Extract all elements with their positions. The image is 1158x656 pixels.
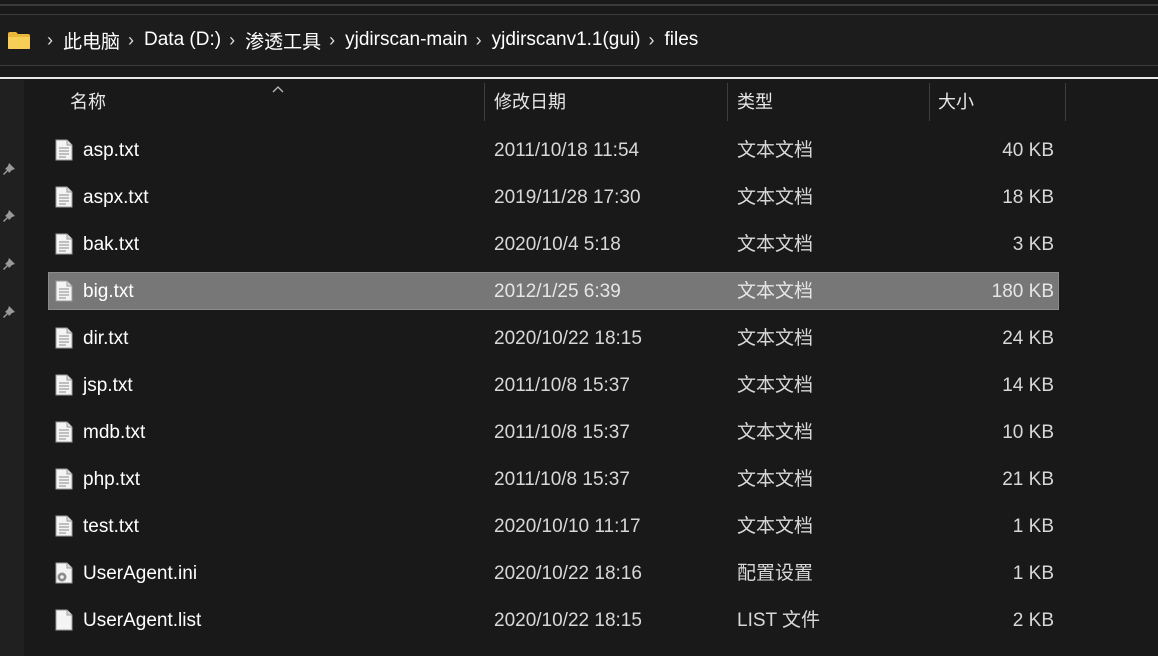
folder-icon [7,31,31,50]
file-row[interactable]: aspx.txt 2019/11/28 17:30 文本文档 18 KB [48,175,1060,222]
file-modified-date: 2012/1/25 6:39 [494,281,621,302]
file-type: LIST 文件 [737,610,821,631]
file-name: UserAgent.list [83,610,202,631]
file-modified-date: 2019/11/28 17:30 [494,187,641,208]
breadcrumb-item-yjdirscan-main[interactable]: yjdirscan-main [345,29,467,51]
file-type: 文本文档 [737,234,814,255]
file-size: 1 KB [1012,563,1054,584]
settings-file-icon [55,562,73,584]
column-header-row: 名称 修改日期 类型 大小 [24,83,1158,121]
file-name: asp.txt [83,140,139,161]
file-name: php.txt [83,469,141,490]
file-type: 文本文档 [737,375,814,396]
file-row[interactable]: bak.txt 2020/10/4 5:18 文本文档 3 KB [48,222,1060,269]
chevron-right-icon[interactable]: › [229,30,235,51]
file-modified-date: 2011/10/8 15:37 [494,422,630,443]
file-size: 40 KB [1002,140,1054,161]
blank-file-icon [55,609,73,631]
chevron-right-icon[interactable]: › [476,30,482,51]
file-size: 1 KB [1012,516,1054,537]
sort-ascending-icon [272,80,284,93]
file-size: 18 KB [1002,187,1054,208]
text-file-icon [55,468,73,490]
breadcrumb-item-yjdirscan-gui[interactable]: yjdirscanv1.1(gui) [492,29,641,51]
column-divider[interactable] [1065,83,1066,121]
file-size: 180 KB [991,281,1054,302]
pin-icon[interactable] [0,207,18,225]
file-row[interactable]: big.txt 2012/1/25 6:39 文本文档 180 KB [48,269,1060,316]
file-row[interactable]: test.txt 2020/10/10 11:17 文本文档 1 KB [48,504,1060,551]
column-divider[interactable] [727,83,728,121]
file-name: jsp.txt [83,375,133,396]
column-header-name[interactable]: 名称 [70,83,106,121]
file-modified-date: 2011/10/8 15:37 [494,469,630,490]
file-name: test.txt [83,516,139,537]
file-size: 14 KB [1002,375,1054,396]
chevron-right-icon[interactable]: › [47,30,53,51]
text-file-icon [55,515,73,537]
file-row[interactable]: UserAgent.ini 2020/10/22 18:16 配置设置 1 KB [48,551,1060,598]
column-divider[interactable] [929,83,930,121]
file-name: big.txt [83,281,134,302]
file-modified-date: 2011/10/18 11:54 [494,140,640,161]
divider [0,77,1158,79]
file-type: 文本文档 [737,516,814,537]
text-file-icon [55,139,73,161]
file-modified-date: 2020/10/22 18:15 [494,610,642,631]
file-size: 10 KB [1002,422,1054,443]
file-type: 文本文档 [737,469,814,490]
navigation-pane[interactable] [0,80,24,656]
file-modified-date: 2011/10/8 15:37 [494,375,630,396]
text-file-icon [55,327,73,349]
file-size: 21 KB [1002,469,1054,490]
chevron-right-icon[interactable]: › [649,30,655,51]
file-type: 文本文档 [737,187,814,208]
text-file-icon [55,421,73,443]
file-list: asp.txt 2011/10/18 11:54 文本文档 40 KB aspx.txt… [48,128,1060,645]
column-header-type[interactable]: 类型 [737,83,773,121]
file-modified-date: 2020/10/22 18:16 [494,563,642,584]
breadcrumb: › 此电脑 › Data (D:) › 渗透工具 › yjdirscan-mai… [0,15,698,65]
pin-icon[interactable] [0,255,18,273]
address-bar[interactable]: › 此电脑 › Data (D:) › 渗透工具 › yjdirscan-mai… [0,14,1158,66]
window-top-edge [0,4,1158,6]
text-file-icon [55,233,73,255]
pin-icon[interactable] [0,160,18,178]
breadcrumb-item-data-drive[interactable]: Data (D:) [144,29,221,51]
file-size: 24 KB [1002,328,1054,349]
text-file-icon [55,186,73,208]
text-file-icon [55,280,73,302]
file-size: 2 KB [1012,610,1054,631]
column-header-date[interactable]: 修改日期 [494,83,566,121]
breadcrumb-item-tools[interactable]: 渗透工具 [245,27,321,54]
file-row[interactable]: mdb.txt 2011/10/8 15:37 文本文档 10 KB [48,410,1060,457]
file-type: 配置设置 [737,563,814,584]
file-name: UserAgent.ini [83,563,198,584]
column-divider[interactable] [484,83,485,121]
pin-icon[interactable] [0,303,18,321]
file-name: bak.txt [83,234,139,255]
file-modified-date: 2020/10/10 11:17 [494,516,641,537]
file-name: aspx.txt [83,187,149,208]
file-type: 文本文档 [737,328,814,349]
file-row[interactable]: asp.txt 2011/10/18 11:54 文本文档 40 KB [48,128,1060,175]
breadcrumb-item-this-pc[interactable]: 此电脑 [63,27,120,54]
file-size: 3 KB [1012,234,1054,255]
breadcrumb-item-files[interactable]: files [665,29,699,51]
file-row[interactable]: UserAgent.list 2020/10/22 18:15 LIST 文件 2 K… [48,598,1060,645]
column-header-size[interactable]: 大小 [938,83,974,121]
file-name: mdb.txt [83,422,146,443]
file-modified-date: 2020/10/4 5:18 [494,234,621,255]
file-type: 文本文档 [737,281,814,302]
file-type: 文本文档 [737,140,814,161]
file-row[interactable]: jsp.txt 2011/10/8 15:37 文本文档 14 KB [48,363,1060,410]
chevron-right-icon[interactable]: › [329,30,335,51]
file-row[interactable]: dir.txt 2020/10/22 18:15 文本文档 24 KB [48,316,1060,363]
file-name: dir.txt [83,328,129,349]
text-file-icon [55,374,73,396]
file-modified-date: 2020/10/22 18:15 [494,328,642,349]
file-row[interactable]: php.txt 2011/10/8 15:37 文本文档 21 KB [48,457,1060,504]
chevron-right-icon[interactable]: › [128,30,134,51]
file-type: 文本文档 [737,422,814,443]
